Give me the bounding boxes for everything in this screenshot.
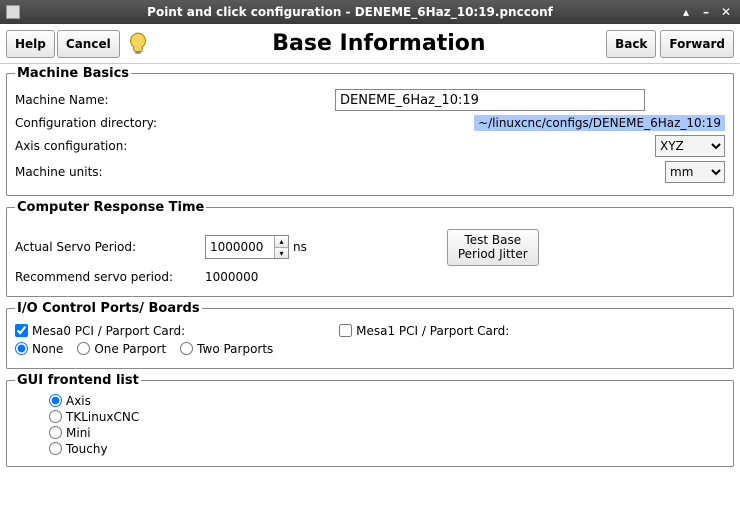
gui-tk-radio-wrap[interactable]: TKLinuxCNC xyxy=(49,410,725,424)
parport-two-radio-wrap[interactable]: Two Parports xyxy=(180,342,273,356)
back-button[interactable]: Back xyxy=(606,30,656,58)
machine-basics-group: Machine Basics Machine Name: Configurati… xyxy=(6,66,734,196)
actual-servo-spinner[interactable]: ▴▾ xyxy=(205,235,289,259)
machine-units-select[interactable]: mm xyxy=(665,161,725,183)
app-icon xyxy=(6,5,20,19)
gui-axis-radio[interactable] xyxy=(49,394,62,407)
config-dir-value: ~/linuxcnc/configs/DENEME_6Haz_10:19 xyxy=(474,115,725,131)
gui-mini-radio[interactable] xyxy=(49,426,62,439)
gui-axis-radio-wrap[interactable]: Axis xyxy=(49,394,725,408)
help-button[interactable]: Help xyxy=(6,30,55,58)
io-ports-group: I/O Control Ports/ Boards Mesa0 PCI / Pa… xyxy=(6,301,734,369)
actual-servo-unit: ns xyxy=(293,240,307,254)
minimize-icon[interactable]: – xyxy=(698,4,714,20)
gui-touchy-radio-wrap[interactable]: Touchy xyxy=(49,442,725,456)
gui-tk-radio[interactable] xyxy=(49,410,62,423)
lightbulb-icon xyxy=(124,30,152,58)
toolbar: Help Cancel Base Information Back Forwar… xyxy=(0,24,740,64)
gui-mini-radio-wrap[interactable]: Mini xyxy=(49,426,725,440)
machine-basics-legend: Machine Basics xyxy=(15,66,131,81)
axis-config-label: Axis configuration: xyxy=(15,139,335,153)
spin-down-icon[interactable]: ▾ xyxy=(275,248,288,259)
mesa1-checkbox-wrap[interactable]: Mesa1 PCI / Parport Card: xyxy=(339,324,509,338)
machine-name-label: Machine Name: xyxy=(15,93,335,107)
actual-servo-input[interactable] xyxy=(206,236,274,258)
forward-button[interactable]: Forward xyxy=(660,30,734,58)
parport-none-radio-wrap[interactable]: None xyxy=(15,342,63,356)
mesa0-checkbox-wrap[interactable]: Mesa0 PCI / Parport Card: xyxy=(15,324,185,338)
title-bar: Point and click configuration - DENEME_6… xyxy=(0,0,740,24)
config-dir-label: Configuration directory: xyxy=(15,116,335,130)
mesa0-checkbox[interactable] xyxy=(15,324,28,337)
page-title: Base Information xyxy=(152,31,606,56)
rollup-icon[interactable]: ▴ xyxy=(678,4,694,20)
axis-config-select[interactable]: XYZ xyxy=(655,135,725,157)
parport-none-radio[interactable] xyxy=(15,342,28,355)
gui-frontend-legend: GUI frontend list xyxy=(15,373,141,388)
parport-two-radio[interactable] xyxy=(180,342,193,355)
machine-name-input[interactable] xyxy=(335,89,645,111)
test-jitter-button[interactable]: Test Base Period Jitter xyxy=(447,229,539,266)
parport-one-radio-wrap[interactable]: One Parport xyxy=(77,342,166,356)
parport-one-radio[interactable] xyxy=(77,342,90,355)
cancel-button[interactable]: Cancel xyxy=(57,30,120,58)
mesa1-checkbox[interactable] xyxy=(339,324,352,337)
gui-touchy-radio[interactable] xyxy=(49,442,62,455)
gui-frontend-group: GUI frontend list Axis TKLinuxCNC Mini T… xyxy=(6,373,734,467)
response-time-group: Computer Response Time Actual Servo Peri… xyxy=(6,200,734,297)
actual-servo-label: Actual Servo Period: xyxy=(15,240,205,254)
response-time-legend: Computer Response Time xyxy=(15,200,206,215)
window-title: Point and click configuration - DENEME_6… xyxy=(26,5,674,19)
recommend-servo-value: 1000000 xyxy=(205,270,258,284)
close-icon[interactable]: ✕ xyxy=(718,4,734,20)
io-ports-legend: I/O Control Ports/ Boards xyxy=(15,301,202,316)
machine-units-label: Machine units: xyxy=(15,165,335,179)
spin-up-icon[interactable]: ▴ xyxy=(275,236,288,248)
recommend-servo-label: Recommend servo period: xyxy=(15,270,205,284)
